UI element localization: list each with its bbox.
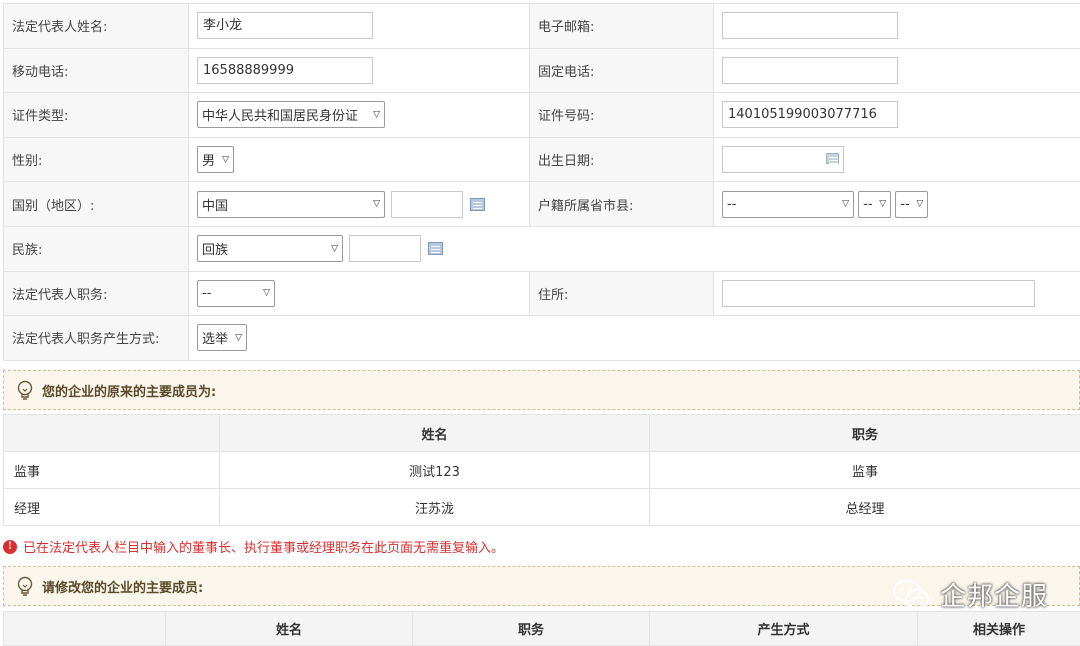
address-label: 住所: <box>530 271 714 316</box>
mobile-label: 移动电话: <box>4 48 189 93</box>
chevron-down-icon: ▽ <box>879 199 886 209</box>
position-select[interactable]: -- ▽ <box>197 280 275 307</box>
country-text-input[interactable] <box>391 191 463 218</box>
ethnic-select[interactable]: 回族 ▽ <box>197 235 343 262</box>
original-members-table: 姓名 职务 监事 测试123 监事 经理 汪苏泷 总经理 <box>3 414 1080 526</box>
table-header-row: 姓名 职务 <box>4 415 1080 452</box>
chevron-down-icon: ▽ <box>222 155 229 165</box>
birth-date-label: 出生日期: <box>530 137 714 182</box>
member-role: 监事 <box>4 452 220 489</box>
id-type-value: 中华人民共和国居民身份证 <box>202 105 358 124</box>
gender-value: 男 <box>202 150 215 169</box>
table-header-row: 姓名 职务 产生方式 相关操作 <box>4 612 1080 646</box>
appoint-method-value: 选举 <box>202 328 228 347</box>
household-county-value: -- <box>900 197 909 212</box>
landline-input[interactable] <box>722 57 898 84</box>
id-type-label: 证件类型: <box>4 93 189 138</box>
appoint-method-select[interactable]: 选举 ▽ <box>197 324 247 351</box>
form-row-appoint-method: 法定代表人职务产生方式: 选举 ▽ <box>4 316 1080 361</box>
email-input[interactable] <box>722 12 898 39</box>
lightbulb-icon <box>16 576 34 596</box>
id-type-select[interactable]: 中华人民共和国居民身份证 ▽ <box>197 101 385 128</box>
column-header-name: 姓名 <box>166 612 413 646</box>
picker-icon[interactable] <box>470 198 485 211</box>
watermark-text: 企邦企服 <box>940 576 1048 613</box>
household-label: 户籍所属省市县: <box>530 182 714 227</box>
form-row-country-household: 国别（地区）: 中国 ▽ 户籍所属省市县: -- ▽ -- ▽ -- ▽ <box>4 182 1080 227</box>
household-province-select[interactable]: -- ▽ <box>722 191 854 218</box>
household-city-value: -- <box>863 197 872 212</box>
column-header-position: 职务 <box>413 612 650 646</box>
watermark: 企邦企服 <box>892 576 1048 613</box>
exclamation-circle-icon: ! <box>3 540 17 554</box>
duplicate-warning: ! 已在法定代表人栏目中输入的董事长、执行董事或经理职务在此页面无需重复输入。 <box>3 537 504 556</box>
chevron-down-icon: ▽ <box>235 333 242 343</box>
gender-select[interactable]: 男▽ <box>197 146 234 173</box>
lightbulb-icon <box>16 380 34 400</box>
member-name: 汪苏泷 <box>220 489 650 526</box>
form-row-position-address: 法定代表人职务: -- ▽ 住所: <box>4 271 1080 316</box>
wechat-icon <box>892 577 932 613</box>
appoint-method-label: 法定代表人职务产生方式: <box>4 316 189 361</box>
column-header <box>4 415 220 452</box>
form-row-phones: 移动电话: 16588889999 固定电话: <box>4 48 1080 93</box>
country-value: 中国 <box>202 195 228 214</box>
ethnic-value: 回族 <box>202 239 228 258</box>
email-label: 电子邮箱: <box>530 4 714 49</box>
original-members-tip: 您的企业的原来的主要成员为: <box>3 370 1080 410</box>
chevron-down-icon: ▽ <box>373 199 380 209</box>
form-row-gender-birth: 性别: 男▽ 出生日期: <box>4 137 1080 182</box>
table-row: 经理 汪苏泷 总经理 <box>4 489 1080 526</box>
column-header <box>4 612 166 646</box>
column-header-name: 姓名 <box>220 415 650 452</box>
calendar-icon[interactable] <box>826 153 839 164</box>
birth-date-input[interactable] <box>722 146 844 173</box>
household-city-select[interactable]: -- ▽ <box>858 191 891 218</box>
position-value: -- <box>202 286 211 301</box>
warning-text: 已在法定代表人栏目中输入的董事长、执行董事或经理职务在此页面无需重复输入。 <box>23 537 504 556</box>
ethnic-label: 民族: <box>4 226 189 271</box>
gender-label: 性别: <box>4 137 189 182</box>
position-label: 法定代表人职务: <box>4 271 189 316</box>
address-input[interactable] <box>722 280 1035 307</box>
country-label: 国别（地区）: <box>4 182 189 227</box>
form-row-ethnic: 民族: 回族 ▽ <box>4 226 1080 271</box>
legal-rep-name-label: 法定代表人姓名: <box>4 4 189 49</box>
chevron-down-icon: ▽ <box>916 199 923 209</box>
column-header-method: 产生方式 <box>650 612 918 646</box>
id-number-label: 证件号码: <box>530 93 714 138</box>
original-members-title: 您的企业的原来的主要成员为: <box>42 381 216 400</box>
chevron-down-icon: ▽ <box>373 110 380 120</box>
household-county-select[interactable]: -- ▽ <box>895 191 928 218</box>
household-province-value: -- <box>727 197 736 212</box>
picker-icon[interactable] <box>428 242 443 255</box>
edit-members-title: 请修改您的企业的主要成员: <box>42 577 203 596</box>
mobile-input[interactable]: 16588889999 <box>197 57 373 84</box>
country-select[interactable]: 中国 ▽ <box>197 191 385 218</box>
legal-rep-form: 法定代表人姓名: 李小龙 电子邮箱: 移动电话: 16588889999 固定电… <box>3 3 1080 361</box>
table-row: 监事 测试123 监事 <box>4 452 1080 489</box>
member-position: 总经理 <box>650 489 1080 526</box>
member-role: 经理 <box>4 489 220 526</box>
chevron-down-icon: ▽ <box>263 288 270 298</box>
legal-rep-name-input[interactable]: 李小龙 <box>197 12 373 39</box>
ethnic-text-input[interactable] <box>349 235 421 262</box>
column-header-position: 职务 <box>650 415 1080 452</box>
form-row-id: 证件类型: 中华人民共和国居民身份证 ▽ 证件号码: 14010519900307… <box>4 93 1080 138</box>
id-number-input[interactable]: 140105199003077716 <box>722 101 898 128</box>
landline-label: 固定电话: <box>530 48 714 93</box>
form-row-name-email: 法定代表人姓名: 李小龙 电子邮箱: <box>4 4 1080 49</box>
column-header-actions: 相关操作 <box>918 612 1080 646</box>
chevron-down-icon: ▽ <box>842 199 849 209</box>
edit-members-table: 姓名 职务 产生方式 相关操作 <box>3 611 1080 646</box>
chevron-down-icon: ▽ <box>331 244 338 254</box>
member-position: 监事 <box>650 452 1080 489</box>
member-name: 测试123 <box>220 452 650 489</box>
